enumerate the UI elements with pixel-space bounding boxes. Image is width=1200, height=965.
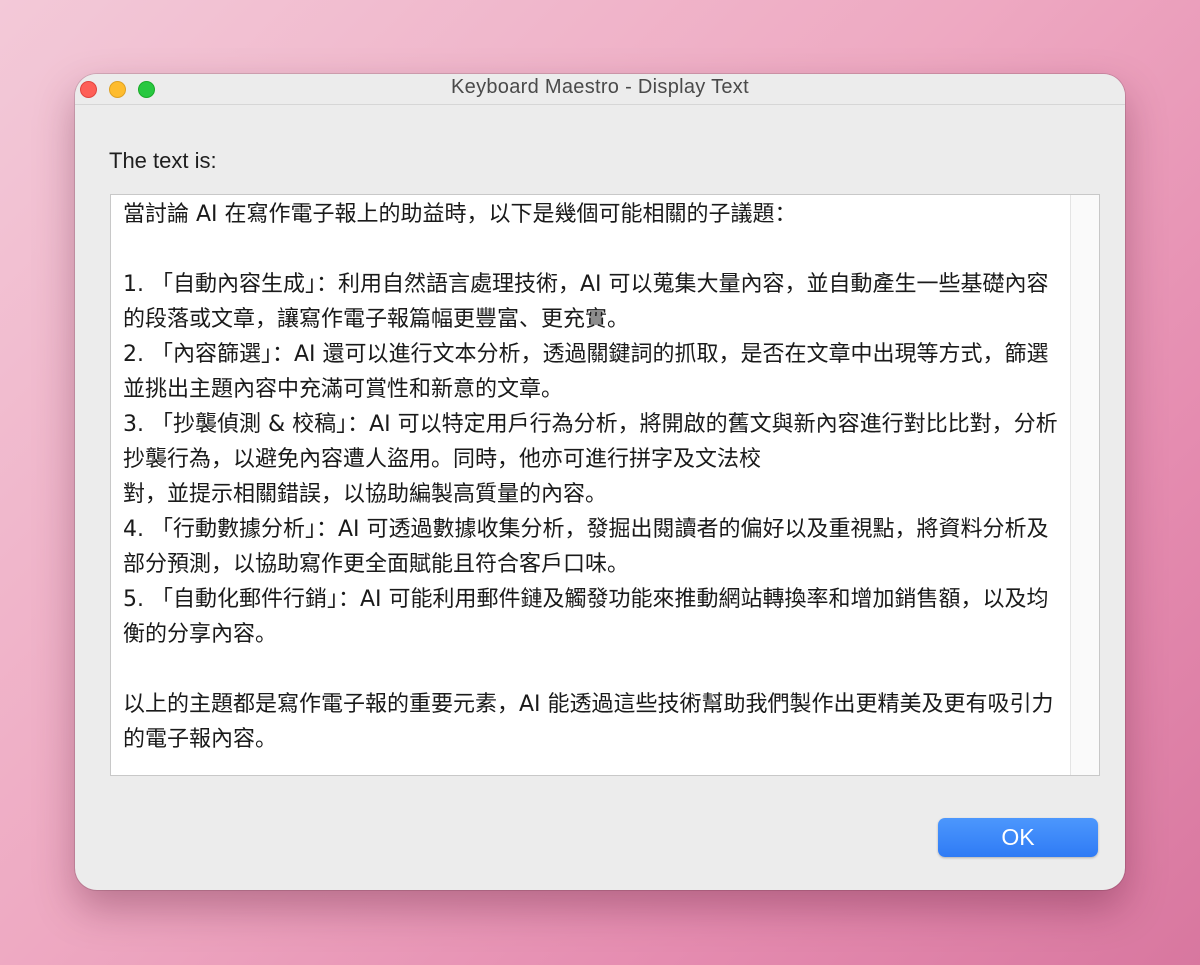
text-line: 當討論 AI 在寫作電子報上的助益時，以下是幾個可能相關的子議題： [123,202,797,227]
display-text-content: 當討論 AI 在寫作電子報上的助益時，以下是幾個可能相關的子議題： 1. 「自動… [123,197,1063,772]
title-bar[interactable]: Keyboard Maestro - Display Text [75,74,1125,105]
text-line: 2. 「內容篩選」：AI 還可以進行文本分析，透過關鍵詞的抓取，是否在文章中出現… [123,342,1049,402]
text-line: 5. 「自動化郵件行銷」：AI 可能利用郵件鏈及觸發功能來推動網站轉換率和增加銷… [123,587,1049,647]
text-line: 3. 「抄襲偵測 & 校稿」：AI 可以特定用戶行為分析，將開啟的舊文與新內容進… [123,412,1058,472]
ok-button[interactable]: OK [938,818,1098,857]
window-title: Keyboard Maestro - Display Text [451,76,749,98]
display-text-area[interactable]: 當討論 AI 在寫作電子報上的助益時，以下是幾個可能相關的子議題： 1. 「自動… [110,194,1100,776]
text-line: 1. 「自動內容生成」：利用自然語言處理技術，AI 可以蒐集大量內容，並自動產生… [123,272,1049,332]
text-line: 4. 「行動數據分析」：AI 可透過數據收集分析，發掘出閱讀者的偏好以及重視點，… [123,517,1049,577]
display-text-window: Keyboard Maestro - Display Text The text… [75,74,1125,890]
text-line: 以上的主題都是寫作電子報的重要元素，AI 能透過這些技術幫助我們製作出更精美及更… [123,692,1054,752]
text-line: 對，並提示相關錯誤，以協助編製高質量的內容。 [123,482,608,507]
vertical-scrollbar[interactable] [1070,195,1099,775]
prompt-label: The text is: [109,148,217,173]
